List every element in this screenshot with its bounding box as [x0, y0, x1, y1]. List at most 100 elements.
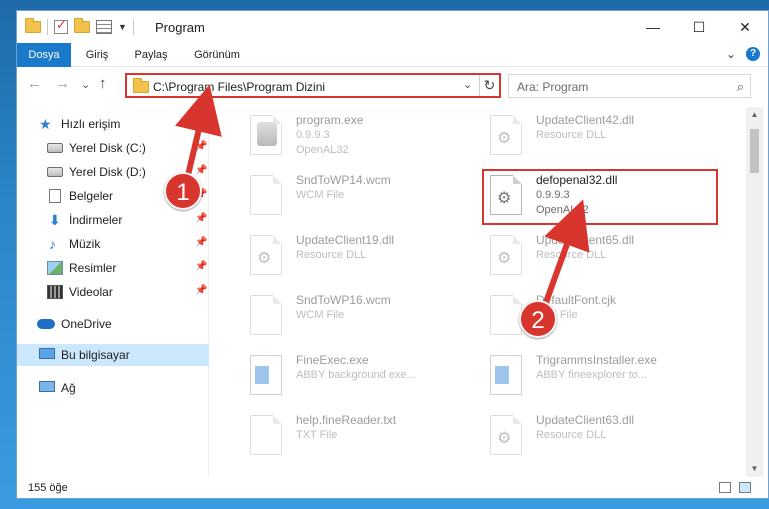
- file-type: Resource DLL: [296, 249, 367, 261]
- scroll-thumb[interactable]: [750, 129, 759, 173]
- window-title: Program: [155, 20, 205, 35]
- details-view-icon[interactable]: [719, 482, 731, 493]
- sidebar-item-network[interactable]: Ağ: [17, 377, 209, 399]
- scroll-up-arrow-icon[interactable]: ▲: [746, 107, 763, 123]
- view-properties-icon[interactable]: [96, 20, 112, 34]
- sidebar-item-videos[interactable]: Videolar 📌: [17, 281, 209, 303]
- new-folder-icon[interactable]: [74, 18, 90, 33]
- computer-icon: [39, 348, 55, 359]
- videos-icon: [47, 285, 63, 299]
- sidebar-item-label: Hızlı erişim: [61, 117, 121, 131]
- file-name: FineExec.exe: [296, 353, 369, 367]
- address-row: ← → ⌄ ↑ C:\Program Files\Program Dizini …: [17, 71, 768, 99]
- step-badge-1: 1: [164, 172, 202, 210]
- sidebar-item-music[interactable]: ♪ Müzik 📌: [17, 233, 209, 255]
- file-list: program.exe 0.9.9.3 OpenAL32 UpdateClien…: [220, 107, 744, 477]
- file-type: Resource DLL: [536, 429, 607, 441]
- pin-icon[interactable]: 📌: [195, 237, 207, 248]
- folder-icon: [25, 18, 41, 33]
- file-name: TrigrammsInstaller.exe: [536, 353, 657, 367]
- maximize-button[interactable]: ☐: [676, 11, 722, 43]
- dll-icon: [490, 115, 522, 155]
- file-version: 0.9.9.3: [296, 129, 330, 141]
- sidebar-item-label: Videolar: [69, 285, 113, 299]
- recent-locations-button[interactable]: ⌄: [81, 78, 90, 91]
- search-icon[interactable]: ⌕: [737, 79, 744, 95]
- sidebar-item-this-pc[interactable]: Bu bilgisayar: [17, 344, 209, 366]
- sidebar-item-downloads[interactable]: ⬇ İndirmeler 📌: [17, 209, 209, 231]
- cloud-icon: [37, 319, 55, 329]
- forward-button[interactable]: →: [55, 75, 70, 92]
- sidebar-item-pictures[interactable]: Resimler 📌: [17, 257, 209, 279]
- drive-icon: [47, 167, 63, 177]
- pictures-icon: [47, 261, 63, 275]
- item-count: 155 öğe: [28, 482, 68, 494]
- properties-check-icon[interactable]: [54, 17, 68, 34]
- pin-icon[interactable]: 📌: [195, 261, 207, 272]
- scroll-down-arrow-icon[interactable]: ▼: [746, 461, 763, 477]
- exe-icon: [490, 355, 522, 395]
- file-item[interactable]: UpdateClient19.dll Resource DLL: [236, 227, 476, 285]
- file-item[interactable]: DefaultFont.cjk CJK File: [476, 287, 716, 345]
- refresh-button[interactable]: ↻: [479, 75, 499, 96]
- file-item[interactable]: SndToWP16.wcm WCM File: [236, 287, 476, 345]
- sidebar-item-label: Bu bilgisayar: [61, 348, 130, 362]
- file-item[interactable]: program.exe 0.9.9.3 OpenAL32: [236, 107, 476, 165]
- file-item[interactable]: UpdateClient65.dll Resource DLL: [476, 227, 716, 285]
- close-button[interactable]: ✕: [722, 11, 768, 43]
- sidebar-item-label: Belgeler: [69, 189, 114, 203]
- highlight-box: [482, 169, 718, 225]
- dll-icon: [490, 235, 522, 275]
- collapse-ribbon-chevron-icon[interactable]: ⌄: [726, 47, 736, 61]
- search-input[interactable]: Ara: Program: [517, 80, 588, 94]
- status-bar: 155 öğe: [17, 477, 768, 498]
- program-icon: [250, 115, 282, 155]
- file-icon: [250, 175, 282, 215]
- sidebar-item-onedrive[interactable]: OneDrive: [17, 313, 209, 335]
- minimize-button[interactable]: —: [630, 11, 676, 43]
- search-box[interactable]: Ara: Program ⌕: [508, 74, 751, 98]
- address-path[interactable]: C:\Program Files\Program Dizini: [153, 80, 325, 94]
- sidebar-item-label: Yerel Disk (C:): [69, 141, 146, 155]
- file-icon: [250, 415, 282, 455]
- large-icons-view-icon[interactable]: [739, 482, 751, 493]
- file-item[interactable]: FineExec.exe ABBY background exe...: [236, 347, 476, 405]
- sidebar-item-quick-access[interactable]: ★ Hızlı erişim: [17, 113, 209, 135]
- document-icon: [49, 189, 61, 203]
- help-icon[interactable]: ?: [746, 47, 760, 61]
- star-icon: ★: [39, 116, 52, 132]
- pin-icon[interactable]: 📌: [195, 285, 207, 296]
- address-dropdown-chevron-icon[interactable]: ⌄: [463, 78, 472, 91]
- vertical-scrollbar[interactable]: ▲ ▼: [746, 107, 763, 477]
- file-type: ABBY background exe...: [296, 369, 416, 381]
- tab-home[interactable]: Giriş: [77, 43, 117, 67]
- quick-access-toolbar: ▼: [25, 17, 134, 35]
- music-icon: ♪: [49, 236, 56, 252]
- sidebar-item-local-disk-c[interactable]: Yerel Disk (C:) 📌: [17, 137, 209, 159]
- file-item[interactable]: TrigrammsInstaller.exe ABBY fineexplorer…: [476, 347, 716, 405]
- customize-toolbar-chevron-icon[interactable]: ▼: [118, 22, 127, 32]
- tab-share[interactable]: Paylaş: [127, 43, 175, 67]
- tab-file[interactable]: Dosya: [17, 43, 71, 67]
- file-description: OpenAL32: [296, 144, 349, 156]
- file-type: TXT File: [296, 429, 338, 441]
- file-name: UpdateClient65.dll: [536, 233, 635, 247]
- file-item[interactable]: help.fineReader.txt TXT File: [236, 407, 476, 465]
- folder-icon: [133, 78, 149, 93]
- file-name: help.fineReader.txt: [296, 413, 397, 427]
- sidebar-item-label: Müzik: [69, 237, 101, 251]
- divider: [47, 19, 48, 35]
- address-bar[interactable]: C:\Program Files\Program Dizini ⌄ ↻: [125, 73, 501, 98]
- back-button[interactable]: ←: [27, 75, 42, 92]
- tab-view[interactable]: Görünüm: [187, 43, 247, 67]
- file-item[interactable]: UpdateClient63.dll Resource DLL: [476, 407, 716, 465]
- pin-icon[interactable]: 📌: [195, 141, 207, 152]
- up-button[interactable]: ↑: [99, 75, 107, 92]
- download-icon: ⬇: [49, 212, 61, 228]
- pin-icon[interactable]: 📌: [195, 213, 207, 224]
- pin-icon[interactable]: 📌: [195, 165, 207, 176]
- explorer-window: ▼ Program — ☐ ✕ Dosya Giriş Paylaş Görün…: [16, 10, 769, 499]
- file-item[interactable]: SndToWP14.wcm WCM File: [236, 167, 476, 225]
- file-item[interactable]: UpdateClient42.dll Resource DLL: [476, 107, 716, 165]
- ribbon-tabs: Dosya Giriş Paylaş Görünüm ⌄ ?: [17, 43, 768, 67]
